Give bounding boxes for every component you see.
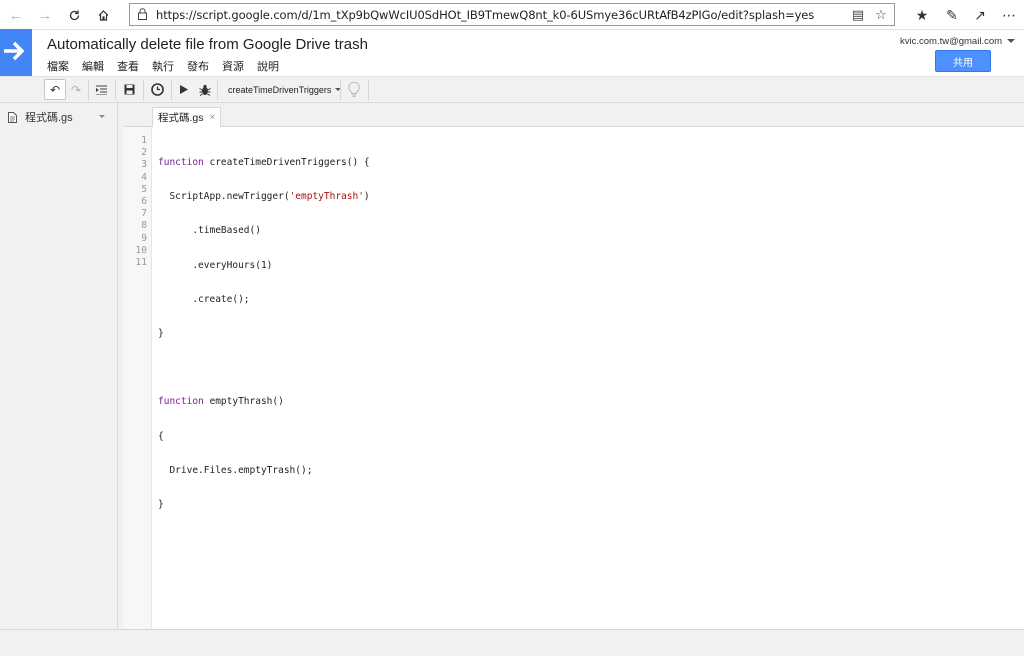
- line-number: 10: [135, 244, 147, 256]
- code-line[interactable]: Drive.Files.emptyTrash();: [158, 465, 370, 477]
- lock-icon: [138, 8, 147, 20]
- code-line[interactable]: {: [158, 431, 370, 443]
- tab-label: 程式碼.gs: [158, 112, 204, 124]
- code-line[interactable]: }: [158, 499, 370, 511]
- line-number: 7: [141, 208, 147, 220]
- menu-publish[interactable]: 發布: [187, 58, 209, 74]
- share-button[interactable]: 共用: [935, 50, 991, 72]
- line-number: 11: [135, 256, 147, 268]
- pen-icon[interactable]: ✎: [942, 5, 962, 25]
- menu-file[interactable]: 檔案: [47, 58, 69, 74]
- account-email: kvic.com.tw@gmail.com: [900, 36, 1003, 47]
- share-page-icon[interactable]: ↗: [970, 5, 990, 25]
- menu-view[interactable]: 查看: [117, 58, 139, 74]
- chevron-down-icon[interactable]: [99, 115, 105, 118]
- menu-resources[interactable]: 資源: [222, 58, 244, 74]
- address-bar[interactable]: https://script.google.com/d/1m_tXp9bQwWc…: [129, 3, 895, 26]
- menu-bar: 檔案 編輯 查看 執行 發布 資源 說明: [47, 58, 279, 74]
- project-title[interactable]: Automatically delete file from Google Dr…: [47, 36, 368, 53]
- line-number-gutter: 1 2 3 4 5 6 7 8 9 10 11: [123, 127, 152, 629]
- forward-icon[interactable]: →: [34, 4, 56, 26]
- line-number: 8: [141, 220, 147, 232]
- indent-icon[interactable]: [92, 79, 110, 100]
- code-line[interactable]: .create();: [158, 294, 370, 306]
- tab-code-gs[interactable]: 程式碼.gs ×: [152, 107, 222, 127]
- code-line[interactable]: ScriptApp.newTrigger('emptyThrash'): [158, 191, 369, 203]
- editor-toolbar: ↶ ↷ createTimeDrivenTriggers: [0, 76, 1024, 103]
- line-number: 6: [141, 195, 147, 207]
- code-line[interactable]: }: [158, 328, 370, 340]
- code-lines[interactable]: function createTimeDrivenTriggers() { Sc…: [158, 135, 370, 533]
- file-item-label: 程式碼.gs: [25, 112, 73, 124]
- account-switcher[interactable]: kvic.com.tw@gmail.com: [900, 36, 1016, 47]
- save-icon[interactable]: [120, 79, 138, 100]
- line-number: 2: [141, 147, 147, 159]
- menu-run[interactable]: 執行: [152, 58, 174, 74]
- close-icon[interactable]: ×: [210, 112, 216, 123]
- code-line[interactable]: function emptyThrash(): [158, 396, 370, 408]
- menu-edit[interactable]: 編輯: [82, 58, 104, 74]
- code-line[interactable]: [158, 362, 370, 374]
- url-text: https://script.google.com/d/1m_tXp9bQwWc…: [156, 8, 815, 22]
- refresh-icon[interactable]: [63, 4, 85, 26]
- apps-script-logo[interactable]: [0, 29, 32, 76]
- file-icon: [8, 111, 17, 123]
- function-select-label: createTimeDrivenTriggers: [228, 84, 332, 95]
- line-number: 9: [141, 232, 147, 244]
- browser-toolbar: ← → https://script.google.com/d/1m_tXp9b…: [0, 0, 1024, 30]
- function-select[interactable]: createTimeDrivenTriggers: [222, 79, 347, 100]
- run-icon[interactable]: [176, 79, 192, 100]
- line-number: 4: [141, 171, 147, 183]
- chevron-down-icon: [1007, 39, 1016, 44]
- favorite-star-icon[interactable]: ☆: [873, 7, 889, 23]
- debug-bug-icon[interactable]: [196, 79, 213, 100]
- favorites-icon[interactable]: ★: [912, 5, 932, 25]
- more-icon[interactable]: ⋯: [999, 5, 1019, 25]
- code-line[interactable]: function createTimeDrivenTriggers() {: [158, 157, 370, 169]
- triggers-clock-icon[interactable]: [148, 79, 167, 100]
- undo-icon[interactable]: ↶: [44, 79, 66, 100]
- line-number: 1: [141, 135, 147, 146]
- file-panel: 程式碼.gs: [0, 103, 118, 629]
- lightbulb-icon[interactable]: [344, 79, 364, 100]
- code-line[interactable]: .everyHours(1): [158, 260, 370, 272]
- reading-view-icon[interactable]: ▤: [850, 7, 866, 23]
- code-line[interactable]: .timeBased(): [158, 225, 370, 237]
- tab-strip: 程式碼.gs ×: [123, 103, 1024, 127]
- back-icon[interactable]: ←: [5, 4, 27, 26]
- home-icon[interactable]: [92, 4, 114, 26]
- line-number: 3: [141, 159, 147, 171]
- status-bar: [0, 629, 1024, 656]
- menu-help[interactable]: 說明: [257, 58, 279, 74]
- code-editor[interactable]: 1 2 3 4 5 6 7 8 9 10 11 function createT…: [123, 127, 1024, 629]
- redo-icon[interactable]: ↷: [66, 79, 86, 100]
- line-number: 5: [141, 183, 147, 195]
- file-item[interactable]: 程式碼.gs: [0, 108, 117, 126]
